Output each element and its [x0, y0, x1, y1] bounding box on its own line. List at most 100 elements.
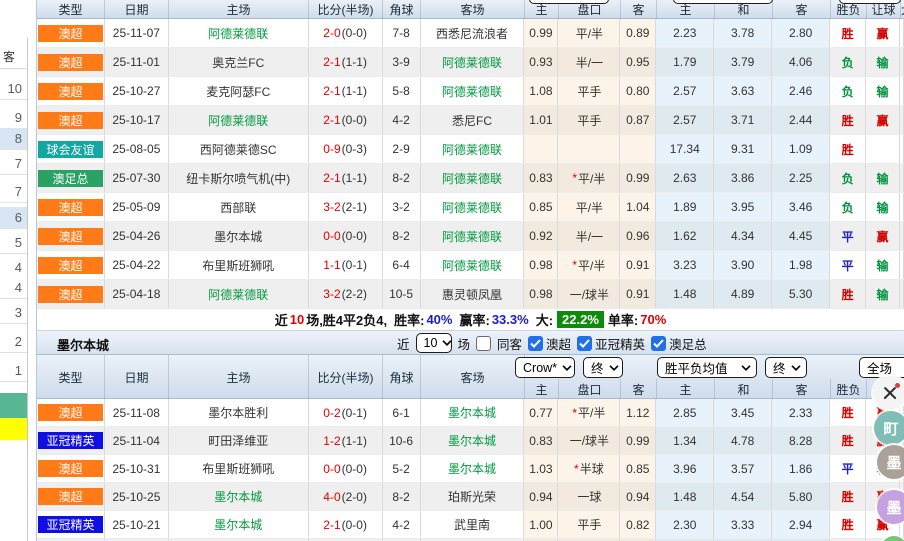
euro-draw-odds: 3.57: [714, 455, 773, 482]
handicap-result: 赢: [866, 106, 901, 134]
crown-home-odds: 1.08: [524, 77, 559, 105]
collapsed-dropdown[interactable]: [529, 0, 609, 4]
league-type-cell: 澳超: [37, 222, 105, 250]
away-team[interactable]: 武里南: [421, 511, 525, 538]
home-team[interactable]: 墨尔本胜利: [169, 399, 309, 426]
match-row: 澳超 25-11-01 奥克兰FC 2-1 (1-1) 3-9 阿德莱德联 0.93 半/一 0.…: [37, 48, 904, 77]
half-score: (1-1): [341, 433, 367, 448]
euro-draw-odds: 3.86: [714, 164, 773, 192]
away-team[interactable]: 阿德莱德联: [421, 135, 525, 163]
crown-away-odds: 0.89: [620, 19, 657, 47]
away-team[interactable]: 墨尔本城: [421, 427, 525, 454]
crown-home-odds: 0.94: [524, 483, 559, 510]
league-type-cell: 澳超: [37, 483, 105, 510]
league-badge: 澳超: [38, 53, 103, 71]
odds-column-header: 客: [621, 379, 657, 399]
score-cell: 2-1 (1-1): [309, 77, 383, 105]
match-scope-dropdown[interactable]: 全场: [859, 357, 904, 378]
euro-away-odds: 2.25: [772, 164, 831, 192]
home-team[interactable]: 麦克阿瑟FC: [169, 77, 309, 105]
league-filter-checkbox[interactable]: [577, 335, 593, 351]
match-row: 亚冠精英 25-10-21 墨尔本城 2-1 (0-0) 4-2 武里南 1.00 平手 0.82…: [37, 511, 904, 539]
home-team[interactable]: 墨尔本城: [169, 511, 309, 538]
match-result: 负: [830, 193, 867, 221]
away-team[interactable]: 阿德莱德联: [421, 222, 525, 250]
corner-count: 6-1: [383, 399, 421, 426]
full-score: 1-2: [323, 433, 341, 448]
euro-home-odds: 1.89: [656, 193, 715, 221]
match-date: 25-04-22: [105, 251, 169, 279]
euro-home-odds: 2.23: [656, 19, 715, 47]
home-team[interactable]: 纽卡斯尔喷气机(中): [169, 164, 309, 192]
team-shortcut-button[interactable]: 町: [874, 411, 904, 445]
handicap-value: 一/球半: [569, 434, 610, 448]
away-team[interactable]: 阿德莱德联: [421, 193, 525, 221]
collapsed-dropdown[interactable]: [839, 0, 901, 4]
away-team[interactable]: 阿德莱德联: [421, 164, 525, 192]
dropdown-value: 终: [773, 362, 786, 376]
average-period-dropdown[interactable]: 终: [765, 357, 807, 378]
away-team[interactable]: 阿德莱德联: [421, 48, 525, 76]
euro-away-odds: 4.06: [772, 48, 831, 76]
euro-home-odds: 1.48: [656, 483, 715, 510]
crown-home-odds: 0.85: [524, 193, 559, 221]
column-header: 主场: [169, 0, 309, 19]
table-rows: 澳超 25-11-08 墨尔本胜利 0-2 (0-1) 6-1 墨尔本城 0.77 * 平/半 1.…: [37, 399, 904, 541]
home-team[interactable]: 墨尔本城: [169, 483, 309, 510]
column-header: 客场: [421, 355, 525, 399]
league-badge: 澳超: [38, 256, 103, 274]
team-shortcut-button[interactable]: 墨: [877, 490, 904, 524]
bookmaker-period-dropdown[interactable]: 终: [583, 357, 623, 378]
match-result: 胜: [830, 511, 867, 538]
index-number: 3: [0, 302, 27, 324]
column-header: 类型: [37, 0, 105, 19]
close-button[interactable]: [873, 376, 904, 410]
away-team[interactable]: 阿德莱德联: [421, 77, 525, 105]
home-team[interactable]: 西阿德莱德SC: [169, 135, 309, 163]
euro-home-odds: 3.96: [656, 455, 715, 482]
collapsed-dropdown[interactable]: [673, 0, 773, 4]
same-away-checkbox[interactable]: [476, 335, 492, 351]
index-number: 9: [0, 107, 27, 129]
dropdown-value: 10: [423, 336, 438, 350]
euro-draw-odds: 3.63: [714, 77, 773, 105]
match-row: 澳超 25-04-18 阿德莱德联 3-2 (2-2) 10-5 惠灵顿凤凰 0.98 一/球半…: [37, 280, 904, 309]
away-team[interactable]: 西悉尼流浪者: [421, 19, 525, 47]
home-team[interactable]: 墨尔本城: [169, 222, 309, 250]
home-team[interactable]: 布里斯班狮吼: [169, 251, 309, 279]
home-team[interactable]: 西部联: [169, 193, 309, 221]
handicap: 半/一: [558, 222, 621, 250]
away-team[interactable]: 墨尔本城: [421, 399, 525, 426]
euro-away-odds: 5.30: [772, 280, 831, 308]
away-team[interactable]: 阿德莱德联: [421, 251, 525, 279]
corner-count: 4-2: [383, 511, 421, 538]
league-filter-checkbox[interactable]: [528, 335, 544, 351]
home-team[interactable]: 布里斯班狮吼: [169, 455, 309, 482]
index-number: 4: [0, 277, 27, 299]
away-team[interactable]: 悉尼FC: [421, 106, 525, 134]
home-team[interactable]: 町田泽维亚: [169, 427, 309, 454]
home-team[interactable]: 阿德莱德联: [169, 106, 309, 134]
away-team[interactable]: 惠灵顿凤凰: [421, 280, 525, 308]
home-team[interactable]: 阿德莱德联: [169, 19, 309, 47]
away-team[interactable]: 珀斯光荣: [421, 483, 525, 510]
chevron-down-icon: [608, 364, 619, 371]
average-odds-dropdown[interactable]: 胜平负均值: [657, 357, 757, 378]
column-header: 类型: [37, 355, 105, 399]
match-row: 澳超 25-10-27 麦克阿瑟FC 2-1 (1-1) 5-8 阿德莱德联 1.08 平手 0.…: [37, 77, 904, 106]
crown-away-odds: 0.91: [620, 251, 657, 279]
handicap: 平/半: [558, 19, 621, 47]
league-filter-checkbox[interactable]: [651, 335, 667, 351]
team-shortcut-button[interactable]: 墨: [877, 445, 904, 479]
handicap-value: 平/半: [578, 406, 606, 420]
summary-count: 10: [289, 312, 305, 327]
home-team[interactable]: 阿德莱德联: [169, 280, 309, 308]
home-team[interactable]: 奥克兰FC: [169, 48, 309, 76]
win-rate-value: 40%: [426, 312, 453, 327]
match-date: 25-10-21: [105, 511, 169, 538]
bookmaker-dropdown[interactable]: Crow*: [515, 357, 575, 378]
column-header: 比分(半场): [309, 0, 383, 19]
away-team[interactable]: 墨尔本城: [421, 455, 525, 482]
extra-cell: [900, 135, 904, 163]
games-count-dropdown[interactable]: 10: [415, 333, 453, 353]
